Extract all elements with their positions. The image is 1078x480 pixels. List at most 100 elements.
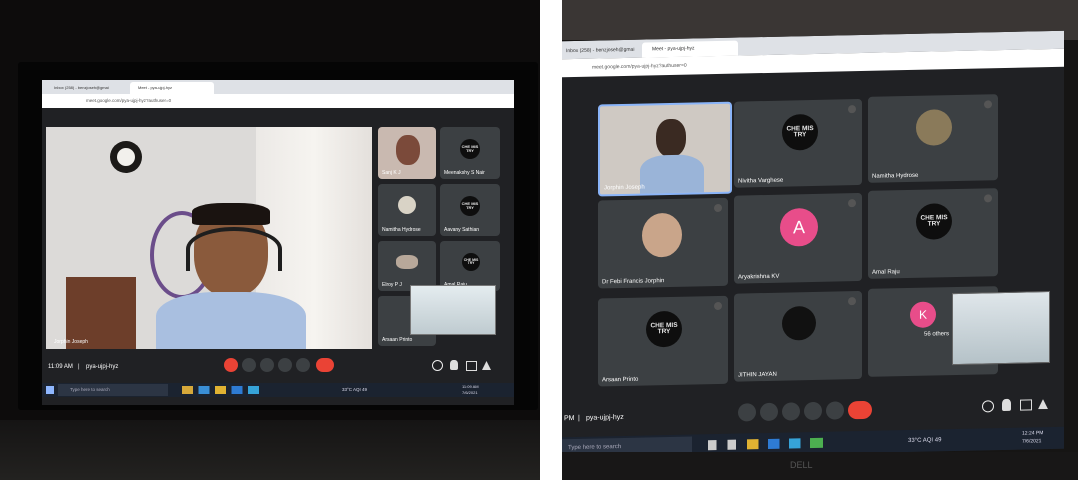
monitor-screen: Inbox (258) - benzjoseh@gmai Meet - pya-…: [42, 80, 514, 405]
mic-off-button[interactable]: [738, 403, 756, 422]
participant-tile[interactable]: CHE MIS TRY Nivitha Varghese: [734, 98, 862, 188]
left-photo: Inbox (258) - benzjoseh@gmai Meet - pya-…: [0, 0, 540, 480]
url-text[interactable]: meet.google.com/pya-ujpj-hyz?authuser=0: [86, 98, 171, 103]
logo-text: CHE MIS TRY: [650, 321, 678, 336]
participant-name: Meenakshy S Nair: [444, 170, 485, 176]
meeting-divider: |: [78, 364, 80, 370]
right-photo: Inbox (258) - benzjoseh@gmai Meet - pya-…: [562, 0, 1078, 480]
participant-tile[interactable]: Namitha Hydrose: [378, 184, 436, 236]
chat-icon[interactable]: [1020, 399, 1032, 411]
participant-name: JITHIN JAYAN: [738, 371, 777, 379]
participant-name: Arsaan Printo: [602, 376, 639, 384]
info-icon[interactable]: [982, 400, 994, 413]
headset-icon: [186, 227, 282, 271]
meeting-code: pya-ujpj-hyz: [586, 413, 624, 422]
chemistry-logo-icon: CHE MIS TRY: [782, 113, 818, 151]
browser-tab-meet[interactable]: Meet - pya-ujpj-hyz: [130, 82, 214, 94]
participant-name: Namitha Hydrose: [872, 172, 919, 180]
present-button[interactable]: [804, 401, 822, 421]
person-shirt: [156, 292, 306, 349]
main-speaker-video: Jorphin Joseph: [46, 127, 372, 349]
participant-tile[interactable]: Elroy P J: [378, 241, 436, 291]
chat-icon[interactable]: [466, 361, 477, 371]
leave-call-button[interactable]: [316, 358, 334, 372]
taskbar-search-placeholder: Type here to search: [70, 387, 110, 392]
participant-tile[interactable]: CHE MIS TRY Amal Raju: [868, 188, 998, 279]
participant-tile[interactable]: CHE MIS TRY Aavany Sathian: [440, 184, 500, 236]
camera-button[interactable]: [760, 402, 778, 422]
info-icon[interactable]: [432, 360, 443, 371]
meeting-time: PM: [564, 414, 575, 423]
participant-tile[interactable]: Jorphin Joseph: [598, 101, 732, 197]
speaker-name: Jorphin Joseph: [54, 339, 88, 345]
mic-off-icon: [984, 100, 992, 109]
taskbar-app-icons[interactable]: [182, 386, 292, 394]
leave-call-button[interactable]: [848, 400, 872, 420]
windows-start-icon[interactable]: [46, 386, 54, 394]
logo-text: CHE MIS TRY: [920, 214, 948, 228]
participant-name: Amal Raju: [872, 269, 900, 276]
mic-off-icon: [714, 203, 722, 213]
more-options-button[interactable]: [826, 401, 844, 420]
self-view-video: [410, 285, 496, 335]
mic-off-icon: [984, 194, 992, 203]
participant-photo: [916, 109, 952, 146]
tab-label: Inbox (258) - benzjoseh@gmai: [54, 85, 109, 90]
chemistry-logo-icon: CHE MIS TRY: [646, 310, 682, 348]
camera-button[interactable]: [242, 358, 256, 372]
taskbar-app-icons[interactable]: [708, 437, 848, 451]
tab-label: Meet - pya-ujpj-hyz: [138, 85, 173, 90]
monitor-screen: Inbox (258) - benzjoseh@gmai Meet - pya-…: [562, 30, 1064, 460]
people-icon[interactable]: [1002, 398, 1011, 412]
mic-off-button[interactable]: [224, 358, 238, 372]
desk: [0, 420, 540, 480]
taskbar-weather: 33°C AQI 49: [908, 437, 942, 445]
monitor-bezel-bottom: DELL: [562, 452, 1078, 480]
present-button[interactable]: [278, 358, 292, 372]
meeting-code: pya-ujpj-hyz: [86, 364, 119, 370]
participant-tile[interactable]: Dr Febi Francis Jorphin: [598, 197, 728, 289]
avatar-letter: A: [792, 216, 805, 237]
meeting-divider: |: [578, 414, 580, 422]
participant-name: Aryakrishna KV: [738, 273, 780, 281]
tab-label: Meet - pya-ujpj-hyz: [652, 45, 695, 53]
participant-tile[interactable]: CHE MIS TRY Arsaan Printo: [598, 295, 728, 387]
participant-tile[interactable]: A Aryakrishna KV: [734, 192, 862, 284]
taskbar-search-box[interactable]: Type here to search: [58, 384, 168, 396]
tab-label: Inbox (258) - benzjoseh@gmai: [566, 46, 635, 55]
participant-avatar: K: [910, 301, 936, 328]
participant-name: 56 others: [924, 331, 950, 338]
participant-tile[interactable]: JITHIN JAYAN: [734, 290, 862, 382]
logo-text: CHE MIS TRY: [786, 124, 814, 139]
participant-name: Namitha Hydrose: [382, 227, 421, 233]
captions-button[interactable]: [260, 358, 274, 372]
browser-tab-inbox[interactable]: Inbox (258) - benzjoseh@gmai: [46, 83, 126, 94]
participant-tile[interactable]: CHE MIS TRY Meenakshy S Nair: [440, 127, 500, 179]
activities-icon[interactable]: [482, 361, 491, 370]
participant-shirt: [640, 154, 704, 194]
monitor-brand-logo: DELL: [790, 460, 813, 470]
participant-avatar: A: [780, 207, 818, 247]
url-text[interactable]: meet.google.com/pya-ujpj-hyz?authuser=0: [592, 63, 687, 71]
self-view-video: [952, 291, 1050, 366]
clock-face: [117, 148, 135, 166]
logo-text: CHE MIS TRY: [461, 201, 479, 210]
activities-icon[interactable]: [1038, 399, 1048, 409]
participant-tile[interactable]: Sanj K J: [378, 127, 436, 179]
people-icon[interactable]: [450, 360, 458, 370]
captions-button[interactable]: [782, 402, 800, 421]
participant-tile[interactable]: CHE MIS TRY Amal Raju: [440, 241, 500, 291]
chemistry-logo-icon: CHE MIS TRY: [462, 253, 480, 271]
taskbar-search-placeholder: Type here to search: [568, 444, 622, 452]
windows-taskbar: Type here to search 33°C AQI 49 11:09 AM…: [42, 383, 514, 397]
mic-off-icon: [714, 301, 722, 311]
taskbar-weather: 33°C AQI 49: [342, 387, 368, 392]
more-options-button[interactable]: [296, 358, 310, 372]
participant-photo: [396, 255, 418, 269]
participant-photo: [782, 305, 816, 341]
participant-name: Arsaan Printo: [382, 337, 413, 343]
participant-name: Sanj K J: [382, 170, 401, 176]
mic-off-icon: [848, 199, 856, 208]
taskbar-clock-time: 11:09 AM: [462, 384, 479, 389]
participant-tile[interactable]: Namitha Hydrose: [868, 94, 998, 183]
